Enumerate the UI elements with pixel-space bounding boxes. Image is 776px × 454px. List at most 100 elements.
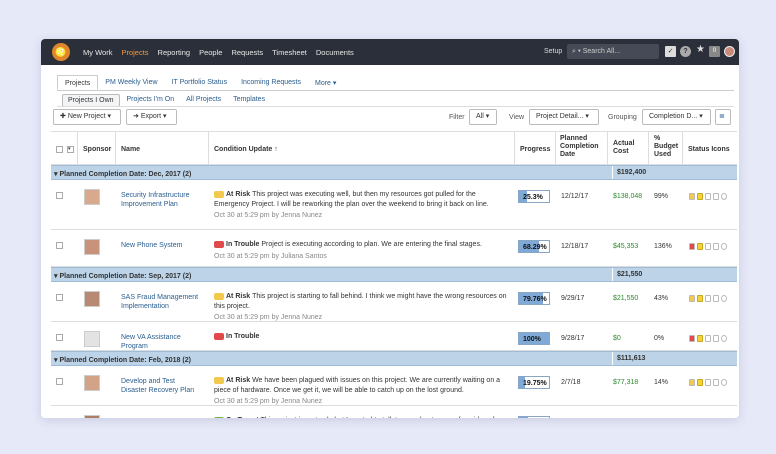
col-name[interactable]: Name bbox=[121, 146, 140, 153]
group-label: ▾ Planned Completion Date: Feb, 2018 (2) bbox=[54, 357, 191, 364]
table-row: Upgrade SSO to SAML On Target This projec… bbox=[51, 406, 737, 418]
column-settings-icon[interactable]: ≣ bbox=[715, 109, 731, 125]
project-name-link[interactable]: Develop and Test Disaster Recovery Plan bbox=[121, 377, 201, 395]
progress-fill bbox=[519, 417, 529, 418]
flag-icon[interactable] bbox=[689, 335, 695, 342]
planned-completion-date: 12/12/17 bbox=[561, 193, 589, 200]
star-icon[interactable]: ★ bbox=[695, 44, 706, 55]
checkbox-icon[interactable]: ✓ bbox=[665, 46, 676, 57]
grouping-select[interactable]: Completion D... ▾ bbox=[642, 109, 711, 125]
clipboard-icon[interactable] bbox=[713, 243, 719, 250]
main-nav: My Work Projects Reporting People Reques… bbox=[83, 48, 363, 57]
sponsor-avatar bbox=[84, 189, 100, 205]
sponsor-avatar bbox=[84, 415, 100, 418]
notification-count[interactable]: 0 bbox=[709, 46, 720, 57]
clipboard-icon[interactable] bbox=[713, 295, 719, 302]
circle-icon[interactable] bbox=[721, 193, 727, 200]
tab-incoming-requests[interactable]: Incoming Requests bbox=[234, 75, 308, 90]
condition-status: At Risk bbox=[226, 377, 253, 384]
progress-bar: 25.3% bbox=[518, 190, 550, 203]
note-icon[interactable] bbox=[697, 193, 703, 200]
note-icon[interactable] bbox=[697, 295, 703, 302]
top-navigation-bar: ♌ My Work Projects Reporting People Requ… bbox=[41, 39, 739, 65]
row-checkbox[interactable] bbox=[56, 192, 63, 199]
nav-documents[interactable]: Documents bbox=[316, 48, 354, 57]
document-icon[interactable] bbox=[705, 243, 711, 250]
document-icon[interactable] bbox=[705, 335, 711, 342]
search-placeholder: Search All... bbox=[582, 48, 621, 55]
setup-link[interactable]: Setup bbox=[544, 48, 562, 55]
flag-icon[interactable] bbox=[689, 295, 695, 302]
clipboard-icon[interactable] bbox=[713, 193, 719, 200]
col-condition-update[interactable]: Condition Update ↑ bbox=[214, 146, 278, 153]
group-header[interactable]: ▾ Planned Completion Date: Dec, 2017 (2)… bbox=[51, 165, 737, 180]
document-icon[interactable] bbox=[705, 193, 711, 200]
row-checkbox[interactable] bbox=[56, 294, 63, 301]
select-all-checkbox[interactable] bbox=[56, 146, 63, 153]
row-checkbox[interactable] bbox=[56, 378, 63, 385]
col-planned-completion[interactable]: Planned Completion Date bbox=[560, 135, 599, 159]
user-avatar[interactable] bbox=[724, 46, 735, 57]
document-icon[interactable] bbox=[705, 295, 711, 302]
tab-it-portfolio-status[interactable]: IT Portfolio Status bbox=[165, 75, 235, 90]
tab-more[interactable]: More ▾ bbox=[308, 75, 343, 90]
project-name-link[interactable]: Security Infrastructure Improvement Plan bbox=[121, 191, 201, 209]
tab-projects[interactable]: Projects bbox=[57, 75, 99, 90]
flag-icon[interactable] bbox=[689, 379, 695, 386]
export-button[interactable]: ➜ Export ▾ bbox=[126, 109, 177, 125]
flag-icon[interactable] bbox=[689, 243, 695, 250]
app-window: ♌ My Work Projects Reporting People Requ… bbox=[41, 39, 739, 418]
progress-bar: 100% bbox=[518, 332, 550, 345]
project-name-link[interactable]: New Phone System bbox=[121, 241, 201, 250]
filter-select[interactable]: All ▾ bbox=[469, 109, 497, 125]
select-dropdown-icon[interactable]: ▾ bbox=[67, 146, 74, 153]
table-row: Security Infrastructure Improvement Plan… bbox=[51, 180, 737, 230]
tab-pm-weekly-view[interactable]: PM Weekly View bbox=[98, 75, 164, 90]
col-progress[interactable]: Progress bbox=[520, 146, 550, 153]
lion-logo-icon[interactable]: ♌ bbox=[52, 43, 70, 61]
project-tabs: Projects PM Weekly View IT Portfolio Sta… bbox=[57, 75, 343, 90]
progress-bar: 30.32% bbox=[518, 416, 550, 418]
col-status-icons[interactable]: Status Icons bbox=[688, 146, 730, 153]
clipboard-icon[interactable] bbox=[713, 379, 719, 386]
circle-icon[interactable] bbox=[721, 379, 727, 386]
col-sponsor[interactable]: Sponsor bbox=[83, 146, 111, 153]
status-flag-icon bbox=[214, 292, 224, 300]
condition-update: On Target This project is on track, but … bbox=[214, 416, 510, 418]
condition-text: This project is on track, but I wanted t… bbox=[260, 417, 500, 418]
nav-timesheet[interactable]: Timesheet bbox=[272, 48, 307, 57]
note-icon[interactable] bbox=[697, 379, 703, 386]
document-icon[interactable] bbox=[705, 379, 711, 386]
table-body: ▾ Planned Completion Date: Dec, 2017 (2)… bbox=[51, 165, 737, 418]
view-select[interactable]: Project Detail... ▾ bbox=[529, 109, 599, 125]
project-name-link[interactable]: Upgrade SSO to SAML bbox=[121, 417, 201, 418]
nav-my-work[interactable]: My Work bbox=[83, 48, 112, 57]
project-name-link[interactable]: SAS Fraud Management Implementation bbox=[121, 293, 201, 311]
help-icon[interactable]: ? bbox=[680, 46, 691, 57]
new-project-button[interactable]: ✚ New Project ▾ bbox=[53, 109, 121, 125]
nav-people[interactable]: People bbox=[199, 48, 222, 57]
circle-icon[interactable] bbox=[721, 335, 727, 342]
row-checkbox[interactable] bbox=[56, 242, 63, 249]
row-checkbox[interactable] bbox=[56, 334, 63, 341]
condition-status: In Trouble bbox=[226, 333, 260, 340]
nav-requests[interactable]: Requests bbox=[231, 48, 263, 57]
budget-used: 14% bbox=[654, 379, 669, 386]
group-header[interactable]: ▾ Planned Completion Date: Feb, 2018 (2)… bbox=[51, 351, 737, 366]
col-actual-cost[interactable]: Actual Cost bbox=[613, 140, 634, 156]
flag-icon[interactable] bbox=[689, 193, 695, 200]
col-divider bbox=[607, 132, 608, 164]
col-budget-used[interactable]: % Budget Used bbox=[654, 135, 678, 159]
note-icon[interactable] bbox=[697, 335, 703, 342]
circle-icon[interactable] bbox=[721, 243, 727, 250]
project-name-link[interactable]: New VA Assistance Program bbox=[121, 333, 201, 351]
search-input[interactable]: ⌕ ▾ Search All... bbox=[567, 44, 659, 59]
group-label: ▾ Planned Completion Date: Sep, 2017 (2) bbox=[54, 273, 192, 280]
condition-meta: Oct 30 at 5:29 pm by Juliana Santos bbox=[214, 252, 327, 260]
nav-reporting[interactable]: Reporting bbox=[158, 48, 191, 57]
nav-projects[interactable]: Projects bbox=[121, 48, 148, 57]
circle-icon[interactable] bbox=[721, 295, 727, 302]
clipboard-icon[interactable] bbox=[713, 335, 719, 342]
note-icon[interactable] bbox=[697, 243, 703, 250]
group-header[interactable]: ▾ Planned Completion Date: Sep, 2017 (2)… bbox=[51, 267, 737, 282]
